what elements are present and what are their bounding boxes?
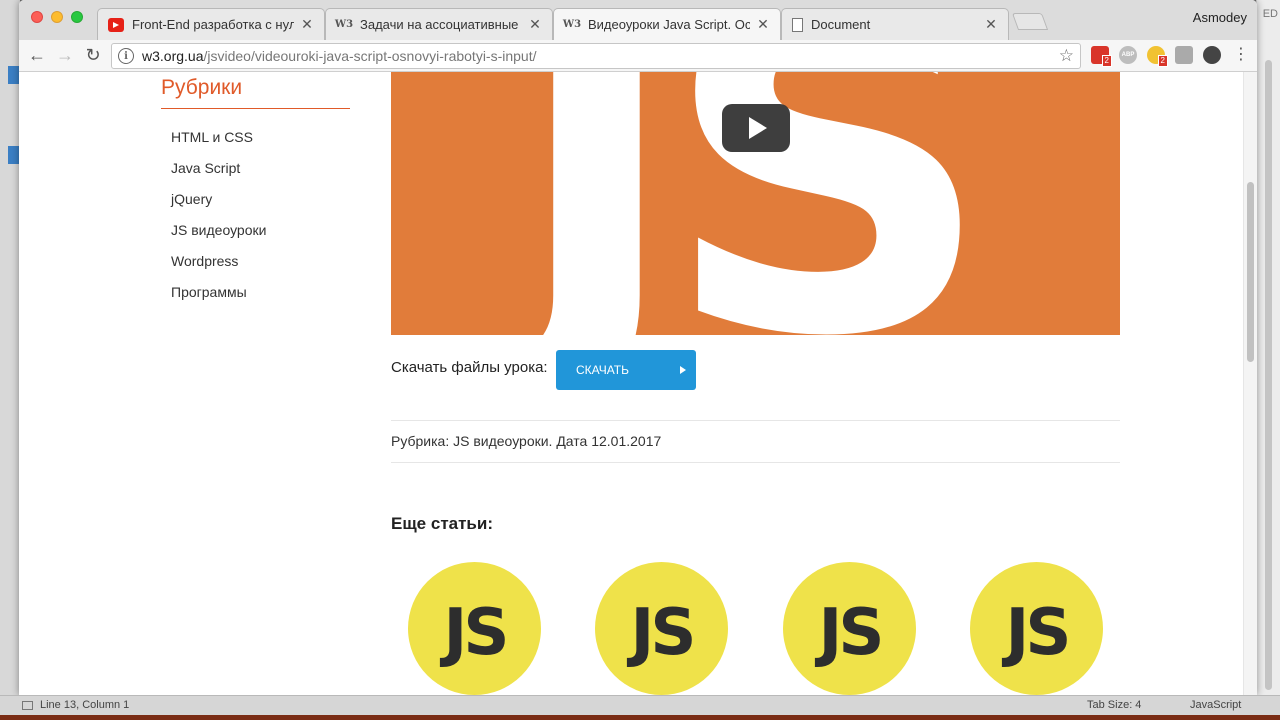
tab-title: Document bbox=[811, 17, 871, 32]
bookmark-star-icon[interactable]: ☆ bbox=[1059, 46, 1074, 66]
extension-badge: 2 bbox=[1101, 55, 1112, 67]
tab-close-icon[interactable]: ✕ bbox=[984, 16, 998, 33]
adblock-icon[interactable]: ABP bbox=[1119, 46, 1137, 64]
article-thumb[interactable]: JS bbox=[408, 562, 541, 695]
article-thumb[interactable]: JS bbox=[595, 562, 728, 695]
address-bar[interactable]: i w3.org.ua/jsvideo/videouroki-java-scri… bbox=[111, 43, 1081, 69]
sidebar-link-java-script[interactable]: Java Script bbox=[171, 160, 266, 191]
sidebar-list: HTML и CSS Java Script jQuery JS видеоур… bbox=[171, 129, 266, 315]
profile-name[interactable]: Asmodey bbox=[1193, 10, 1247, 25]
tab-document[interactable]: Document ✕ bbox=[781, 8, 1009, 40]
camera-icon[interactable] bbox=[1175, 46, 1193, 64]
editor-scroll-thumb[interactable] bbox=[1265, 60, 1272, 690]
page-content: Рубрики HTML и CSS Java Script jQuery JS… bbox=[19, 72, 1257, 695]
tab-title: Задачи на ассоциативные ма bbox=[360, 17, 522, 32]
document-icon bbox=[792, 17, 803, 32]
js-logo-text: JS bbox=[443, 595, 510, 670]
download-button[interactable]: СКАЧАТЬ bbox=[556, 350, 696, 390]
tab-close-icon[interactable]: ✕ bbox=[756, 16, 770, 33]
sidebar-link-html-css[interactable]: HTML и CSS bbox=[171, 129, 266, 160]
w3-icon: W3 bbox=[334, 19, 354, 30]
editor-corner-text: ED bbox=[1262, 8, 1278, 20]
extension-badge: 2 bbox=[1157, 55, 1168, 67]
browser-toolbar: ← → ↻ i w3.org.ua/jsvideo/videouroki-jav… bbox=[19, 40, 1257, 72]
sidebar-link-js-video[interactable]: JS видеоуроки bbox=[171, 222, 266, 253]
tab-close-icon[interactable]: ✕ bbox=[528, 16, 542, 33]
sidebar-title-underline bbox=[161, 108, 350, 109]
info-icon[interactable]: i bbox=[118, 48, 134, 64]
sidebar-link-wordpress[interactable]: Wordpress bbox=[171, 253, 266, 284]
url-host: w3.org.ua bbox=[142, 48, 204, 64]
window-minimize-button[interactable] bbox=[51, 11, 63, 23]
tab-zadachi[interactable]: W3 Задачи на ассоциативные ма ✕ bbox=[325, 8, 553, 40]
divider bbox=[391, 420, 1120, 421]
w3-icon: W3 bbox=[562, 19, 582, 30]
background-editor-gutter bbox=[0, 0, 20, 720]
sidebar-link-jquery[interactable]: jQuery bbox=[171, 191, 266, 222]
video-player[interactable]: JS bbox=[391, 72, 1120, 335]
reload-icon[interactable]: ↻ bbox=[79, 42, 107, 70]
play-icon[interactable] bbox=[722, 104, 790, 152]
sidebar-title: Рубрики bbox=[161, 76, 243, 99]
tab-title: Front-End разработка с нуля bbox=[132, 17, 294, 32]
window-close-button[interactable] bbox=[31, 11, 43, 23]
arrow-right-icon bbox=[680, 366, 686, 374]
download-button-label: СКАЧАТЬ bbox=[576, 363, 629, 377]
more-articles-title: Еще статьи: bbox=[391, 514, 493, 533]
background-editor-scrollbar[interactable]: ED bbox=[1256, 0, 1280, 720]
js-logo-text: JS bbox=[818, 595, 885, 670]
url-path: /jsvideo/videouroki-java-script-osnovyi-… bbox=[203, 48, 537, 64]
evernote-icon[interactable] bbox=[1203, 46, 1221, 64]
tab-videouroki[interactable]: W3 Видеоуроки Java Script. Осно ✕ bbox=[553, 8, 781, 40]
article-thumb[interactable]: JS bbox=[783, 562, 916, 695]
tab-title: Видеоуроки Java Script. Осно bbox=[588, 17, 750, 32]
youtube-icon bbox=[108, 17, 124, 32]
js-logo-text: JS bbox=[630, 595, 697, 670]
divider bbox=[391, 462, 1120, 463]
tab-size-selector[interactable]: Tab Size: 4 bbox=[1087, 699, 1141, 711]
page-scrollbar[interactable] bbox=[1243, 72, 1257, 695]
tab-front-end[interactable]: Front-End разработка с нуля ✕ bbox=[97, 8, 325, 40]
page-scroll-thumb[interactable] bbox=[1247, 182, 1254, 362]
extension-icon[interactable]: 2 bbox=[1091, 46, 1112, 67]
js-logo-text: JS bbox=[1005, 595, 1072, 670]
article-thumb[interactable]: JS bbox=[970, 562, 1103, 695]
tab-close-icon[interactable]: ✕ bbox=[300, 16, 314, 33]
adblock-label: ABP bbox=[1121, 52, 1135, 58]
menu-dots-icon[interactable]: ⋮ bbox=[1233, 47, 1249, 63]
forward-arrow-icon[interactable]: → bbox=[51, 42, 79, 70]
editor-status-bar: Line 13, Column 1 Tab Size: 4 JavaScript bbox=[0, 695, 1280, 715]
back-arrow-icon[interactable]: ← bbox=[23, 42, 51, 70]
browser-window: Front-End разработка с нуля ✕ W3 Задачи … bbox=[19, 0, 1257, 695]
dock-strip bbox=[0, 715, 1280, 720]
lightbulb-extension-icon[interactable]: 2 bbox=[1147, 46, 1168, 67]
post-meta: Рубрика: JS видеоуроки. Дата 12.01.2017 bbox=[391, 433, 662, 449]
new-tab-button[interactable] bbox=[1011, 13, 1049, 30]
sidebar-link-programs[interactable]: Программы bbox=[171, 284, 266, 315]
syntax-selector[interactable]: JavaScript bbox=[1190, 699, 1241, 711]
more-articles-thumbs: JS JS JS JS bbox=[408, 562, 1108, 695]
window-maximize-button[interactable] bbox=[71, 11, 83, 23]
panel-toggle-icon[interactable] bbox=[22, 701, 33, 710]
download-label: Скачать файлы урока: bbox=[391, 359, 548, 376]
tab-strip: Front-End разработка с нуля ✕ W3 Задачи … bbox=[19, 0, 1257, 40]
cursor-position: Line 13, Column 1 bbox=[40, 699, 130, 711]
